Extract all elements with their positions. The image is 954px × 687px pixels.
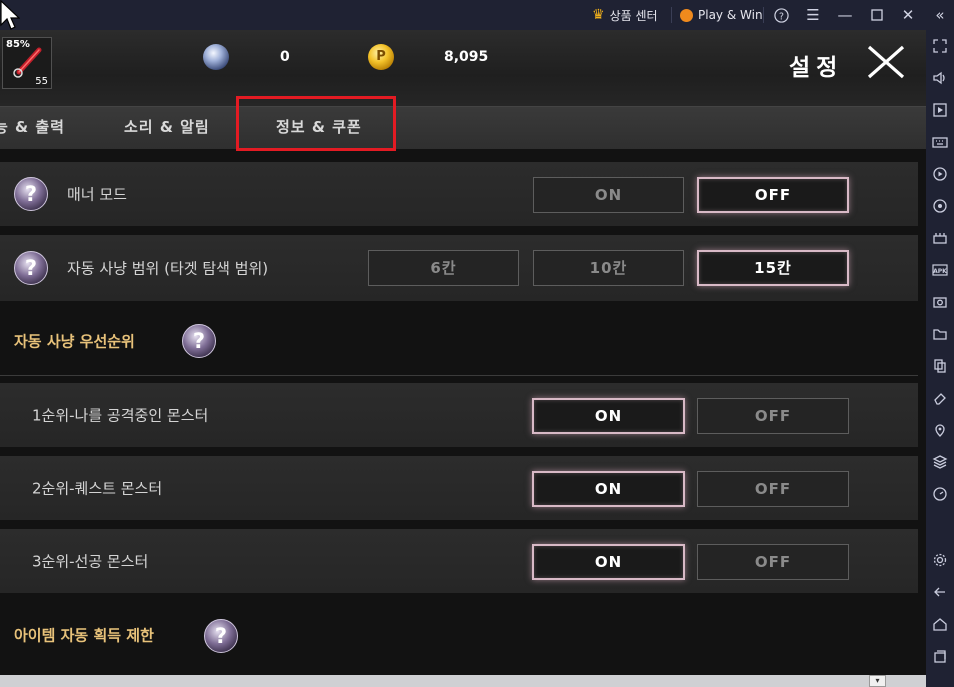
setting-row-priority-3: 3순위-선공 몬스터 ON OFF — [0, 529, 918, 593]
location-icon[interactable] — [930, 420, 950, 440]
priority-1-off-button[interactable]: OFF — [697, 398, 849, 434]
record-icon[interactable] — [930, 164, 950, 184]
fullscreen-icon[interactable] — [930, 36, 950, 56]
help-icon[interactable]: ? — [14, 177, 48, 211]
tab-highlight-box — [236, 96, 396, 151]
copy-icon[interactable] — [930, 356, 950, 376]
manner-mode-on-button[interactable]: ON — [533, 177, 684, 213]
maximize-icon[interactable] — [864, 0, 890, 30]
manner-mode-off-button[interactable]: OFF — [697, 177, 849, 213]
help-icon[interactable]: ? — [204, 619, 238, 653]
recent-apps-icon[interactable] — [930, 646, 950, 666]
settings-tabs: 능 & 출력 소리 & 알림 정보 & 쿠폰 — [0, 106, 926, 149]
store-center-label: 상품 센터 — [609, 8, 658, 23]
close-icon[interactable]: ✕ — [895, 0, 921, 30]
group-header-item-auto-pickup: 아이템 자동 획득 제한 ? — [0, 602, 918, 668]
priority-2-off-button[interactable]: OFF — [697, 471, 849, 507]
range-10-button[interactable]: 10칸 — [533, 250, 684, 286]
setting-label: 3순위-선공 몬스터 — [32, 552, 149, 571]
settings-header: 85% 55 0 P 8,095 설정 — [0, 30, 926, 106]
apk-icon[interactable]: APK — [930, 260, 950, 280]
rotate-icon[interactable] — [930, 196, 950, 216]
diamond-icon — [203, 44, 229, 70]
priority-3-off-button[interactable]: OFF — [697, 544, 849, 580]
priority-2-on-button[interactable]: ON — [532, 471, 685, 507]
gold-coin-icon: P — [368, 44, 394, 70]
divider — [0, 375, 918, 376]
setting-row-priority-2: 2순위-퀘스트 몬스터 ON OFF — [0, 456, 918, 520]
group-label: 자동 사냥 우선순위 — [14, 332, 135, 351]
titlebar-divider — [763, 7, 764, 23]
crown-icon: ♛ — [592, 7, 605, 23]
help-icon[interactable]: ? — [182, 324, 216, 358]
speed-icon[interactable] — [930, 484, 950, 504]
group-label: 아이템 자동 획득 제한 — [14, 626, 154, 645]
setting-label: 자동 사냥 범위 (타겟 탐색 범위) — [67, 259, 269, 278]
setting-row-manner-mode: ? 매너 모드 ON OFF — [0, 162, 918, 226]
avatar-level: 55 — [35, 76, 48, 87]
range-15-button[interactable]: 15칸 — [697, 250, 849, 286]
diamond-count: 0 — [280, 49, 290, 65]
store-center-button[interactable]: ♛ 상품 센터 — [592, 0, 658, 30]
emulator-sidebar: « APK — [926, 0, 954, 687]
play-win-button[interactable]: Play & Win — [680, 0, 763, 30]
potion-icon — [13, 47, 42, 78]
macro-icon[interactable] — [930, 100, 950, 120]
help-icon[interactable]: ? — [14, 251, 48, 285]
layers-icon[interactable] — [930, 452, 950, 472]
titlebar-divider — [671, 7, 672, 23]
close-settings-icon[interactable] — [866, 44, 906, 80]
setting-row-auto-hunt-range: ? 자동 사냥 범위 (타겟 탐색 범위) 6칸 10칸 15칸 — [0, 235, 918, 301]
range-6-button[interactable]: 6칸 — [368, 250, 519, 286]
screenshot-icon[interactable] — [930, 292, 950, 312]
page-title: 설정 — [789, 55, 844, 81]
svg-text:APK: APK — [933, 268, 947, 275]
priority-3-on-button[interactable]: ON — [532, 544, 685, 580]
double-chevron-left-icon[interactable]: « — [926, 0, 954, 30]
group-header-auto-hunt-priority: 자동 사냥 우선순위 ? — [0, 308, 918, 374]
horizontal-scrollbar[interactable]: ▾ — [0, 675, 926, 687]
home-icon[interactable] — [930, 614, 950, 634]
mouse-cursor-icon — [0, 0, 20, 30]
scroll-arrow-icon[interactable]: ▾ — [869, 675, 886, 687]
game-screen: 85% 55 0 P 8,095 설정 능 & 출력 소리 & 알림 정보 & — [0, 30, 926, 675]
tab-sound-notifications[interactable]: 소리 & 알림 — [124, 116, 210, 137]
emulator-titlebar: ♛ 상품 센터 Play & Win ? ☰ — ✕ — [0, 0, 926, 30]
setting-label: 2순위-퀘스트 몬스터 — [32, 479, 163, 498]
emulator-window: ♛ 상품 센터 Play & Win ? ☰ — ✕ « APK 85% 55 … — [0, 0, 954, 687]
volume-icon[interactable] — [930, 68, 950, 88]
hamburger-icon[interactable]: ☰ — [800, 0, 826, 30]
play-win-label: Play & Win — [698, 8, 763, 22]
gold-count: 8,095 — [444, 49, 489, 65]
setting-label: 매너 모드 — [67, 185, 127, 204]
question-circle-icon[interactable]: ? — [768, 0, 794, 30]
back-icon[interactable] — [930, 582, 950, 602]
minimize-icon[interactable]: — — [832, 0, 858, 30]
svg-text:?: ? — [779, 11, 784, 22]
avatar[interactable]: 85% 55 — [2, 37, 52, 89]
multi-instance-icon[interactable] — [930, 228, 950, 248]
setting-row-priority-1: 1순위-나를 공격중인 몬스터 ON OFF — [0, 383, 918, 447]
erase-icon[interactable] — [930, 388, 950, 408]
play-win-icon — [680, 8, 693, 22]
keyboard-icon[interactable] — [930, 132, 950, 152]
priority-1-on-button[interactable]: ON — [532, 398, 685, 434]
setting-label: 1순위-나를 공격중인 몬스터 — [32, 406, 209, 425]
tab-graphics-output[interactable]: 능 & 출력 — [0, 116, 65, 137]
folder-icon[interactable] — [930, 324, 950, 344]
settings-icon[interactable] — [930, 550, 950, 570]
